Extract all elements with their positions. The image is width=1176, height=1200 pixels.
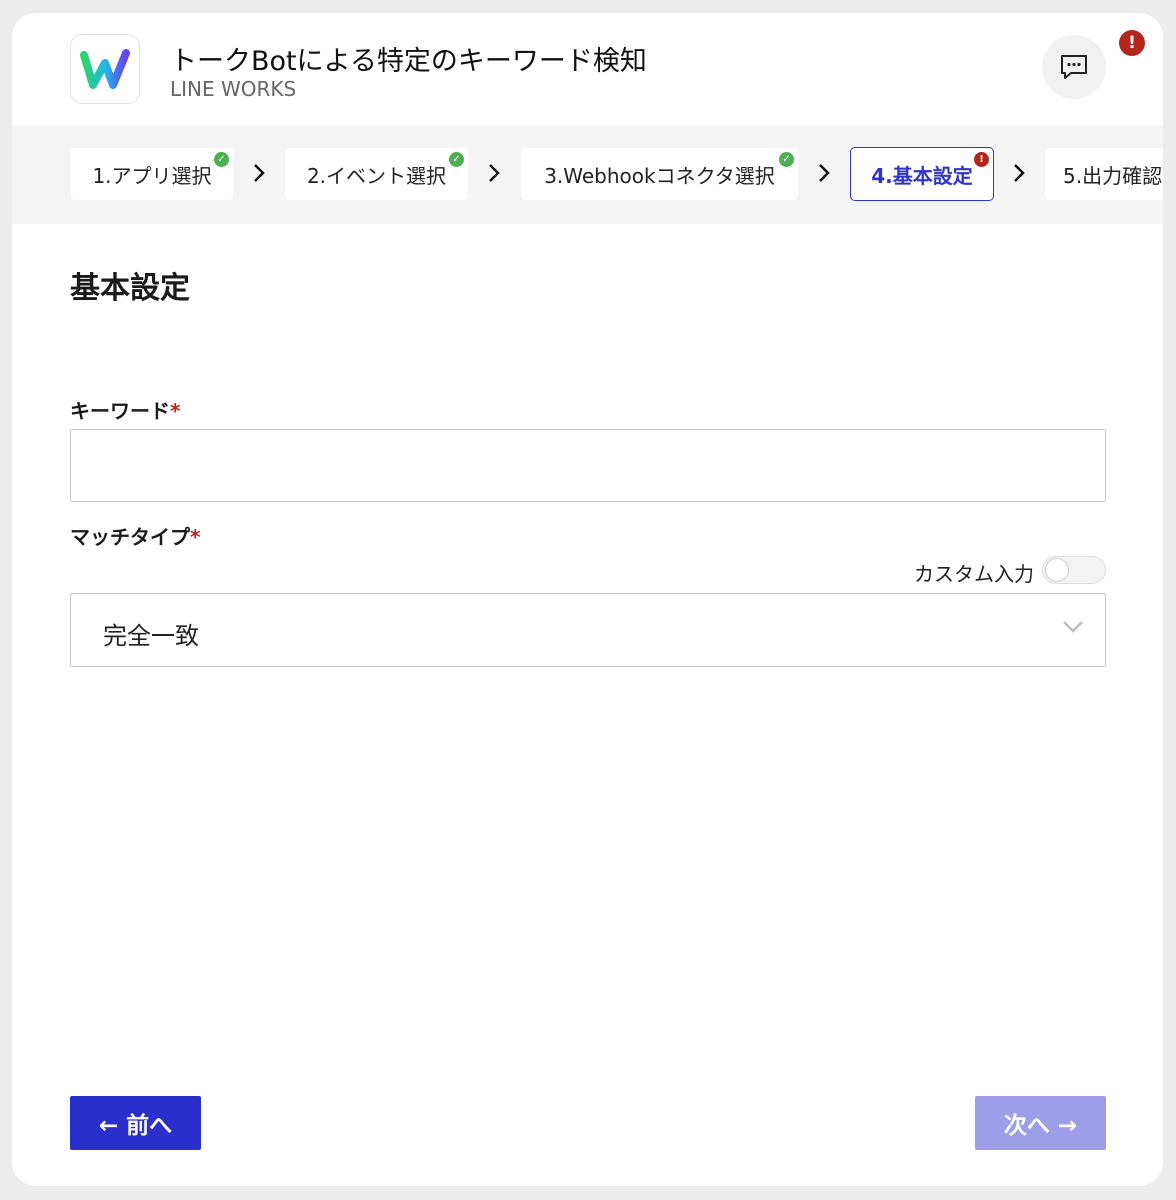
main-card: トークBotによる特定のキーワード検知 LINE WORKS ! 1.アプリ選択…: [12, 13, 1163, 1186]
chevron-right-icon: [489, 164, 500, 182]
match-type-select[interactable]: 完全一致: [70, 593, 1106, 667]
chevron-right-icon: [819, 164, 830, 182]
page-title: トークBotによる特定のキーワード検知: [170, 46, 647, 77]
match-type-selected-value: 完全一致: [103, 622, 199, 650]
step-output-confirm[interactable]: 5.出力確認: [1044, 147, 1163, 201]
check-icon: ✓: [214, 152, 229, 167]
step-label: 1.アプリ選択: [92, 163, 212, 188]
step-label: 2.イベント選択: [306, 163, 447, 188]
alert-badge[interactable]: !: [1119, 30, 1145, 56]
step-label: 5.出力確認: [1063, 163, 1163, 188]
step-label: 4.基本設定: [871, 163, 973, 188]
header: トークBotによる特定のキーワード検知 LINE WORKS !: [12, 13, 1163, 126]
step-label: 3.Webhookコネクタ選択: [544, 163, 775, 188]
match-type-label: マッチタイプ*: [70, 521, 200, 550]
chevron-right-icon: [1014, 164, 1025, 182]
next-button[interactable]: 次へ →: [975, 1096, 1106, 1150]
match-type-label-text: マッチタイプ: [70, 525, 190, 549]
step-app-select[interactable]: 1.アプリ選択 ✓: [70, 147, 234, 201]
step-webhook-connector-select[interactable]: 3.Webhookコネクタ選択 ✓: [520, 147, 799, 201]
keyword-label: キーワード*: [70, 395, 180, 424]
step-event-select[interactable]: 2.イベント選択 ✓: [284, 147, 469, 201]
chevron-down-icon: [1063, 621, 1083, 633]
step-basic-settings[interactable]: 4.基本設定 !: [850, 147, 994, 201]
stepper: 1.アプリ選択 ✓ 2.イベント選択 ✓ 3.Webhookコネクタ選択 ✓ 4…: [12, 126, 1163, 224]
required-mark: *: [190, 525, 201, 549]
app-name: LINE WORKS: [170, 77, 297, 101]
custom-input-toggle[interactable]: [1042, 556, 1106, 584]
keyword-input[interactable]: [70, 429, 1106, 502]
chat-button[interactable]: [1042, 35, 1106, 99]
section-title: 基本設定: [70, 271, 190, 306]
chevron-right-icon: [254, 164, 265, 182]
prev-button[interactable]: ← 前へ: [70, 1096, 201, 1150]
error-icon: !: [974, 152, 989, 167]
toggle-knob: [1045, 558, 1069, 582]
chat-bubble-icon: [1061, 55, 1087, 79]
check-icon: ✓: [779, 152, 794, 167]
custom-input-label: カスタム入力: [914, 562, 1034, 586]
required-mark: *: [170, 399, 181, 423]
custom-input-row: カスタム入力: [862, 555, 1106, 586]
keyword-label-text: キーワード: [70, 399, 170, 423]
check-icon: ✓: [449, 152, 464, 167]
line-works-logo-icon: [70, 34, 140, 104]
